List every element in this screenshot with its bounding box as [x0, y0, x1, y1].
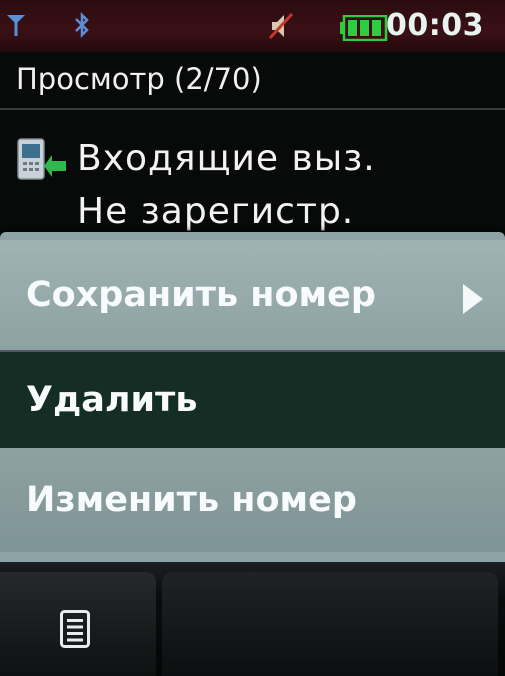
clock: 00:03: [386, 8, 484, 43]
menu-item-save-number[interactable]: Сохранить номер: [0, 240, 505, 350]
call-number: Не зарегистр.: [77, 191, 355, 232]
battery-full-icon: [340, 15, 388, 41]
softkey-bar: [0, 562, 505, 676]
options-list-icon: [60, 610, 90, 648]
menu-item-edit-number[interactable]: Изменить номер: [0, 448, 505, 552]
muted-sound-icon: [268, 12, 294, 40]
status-bar: 00:03: [0, 0, 505, 52]
title-divider: [0, 108, 505, 110]
menu-item-label: Удалить: [26, 380, 198, 420]
signal-icon: [7, 15, 25, 36]
menu-item-delete[interactable]: Удалить: [0, 350, 505, 448]
menu-item-label: Изменить номер: [26, 480, 357, 520]
right-softkey[interactable]: [162, 572, 498, 676]
submenu-arrow-icon: [463, 284, 483, 314]
options-menu: Сохранить номер Удалить Изменить номер: [0, 232, 505, 562]
bluetooth-icon: [75, 11, 89, 39]
left-softkey[interactable]: [0, 572, 156, 676]
menu-item-label: Сохранить номер: [26, 275, 376, 315]
page-title: Просмотр (2/70): [16, 62, 262, 96]
call-type: Входящие выз.: [77, 138, 376, 179]
incoming-call-icon: [17, 138, 66, 180]
